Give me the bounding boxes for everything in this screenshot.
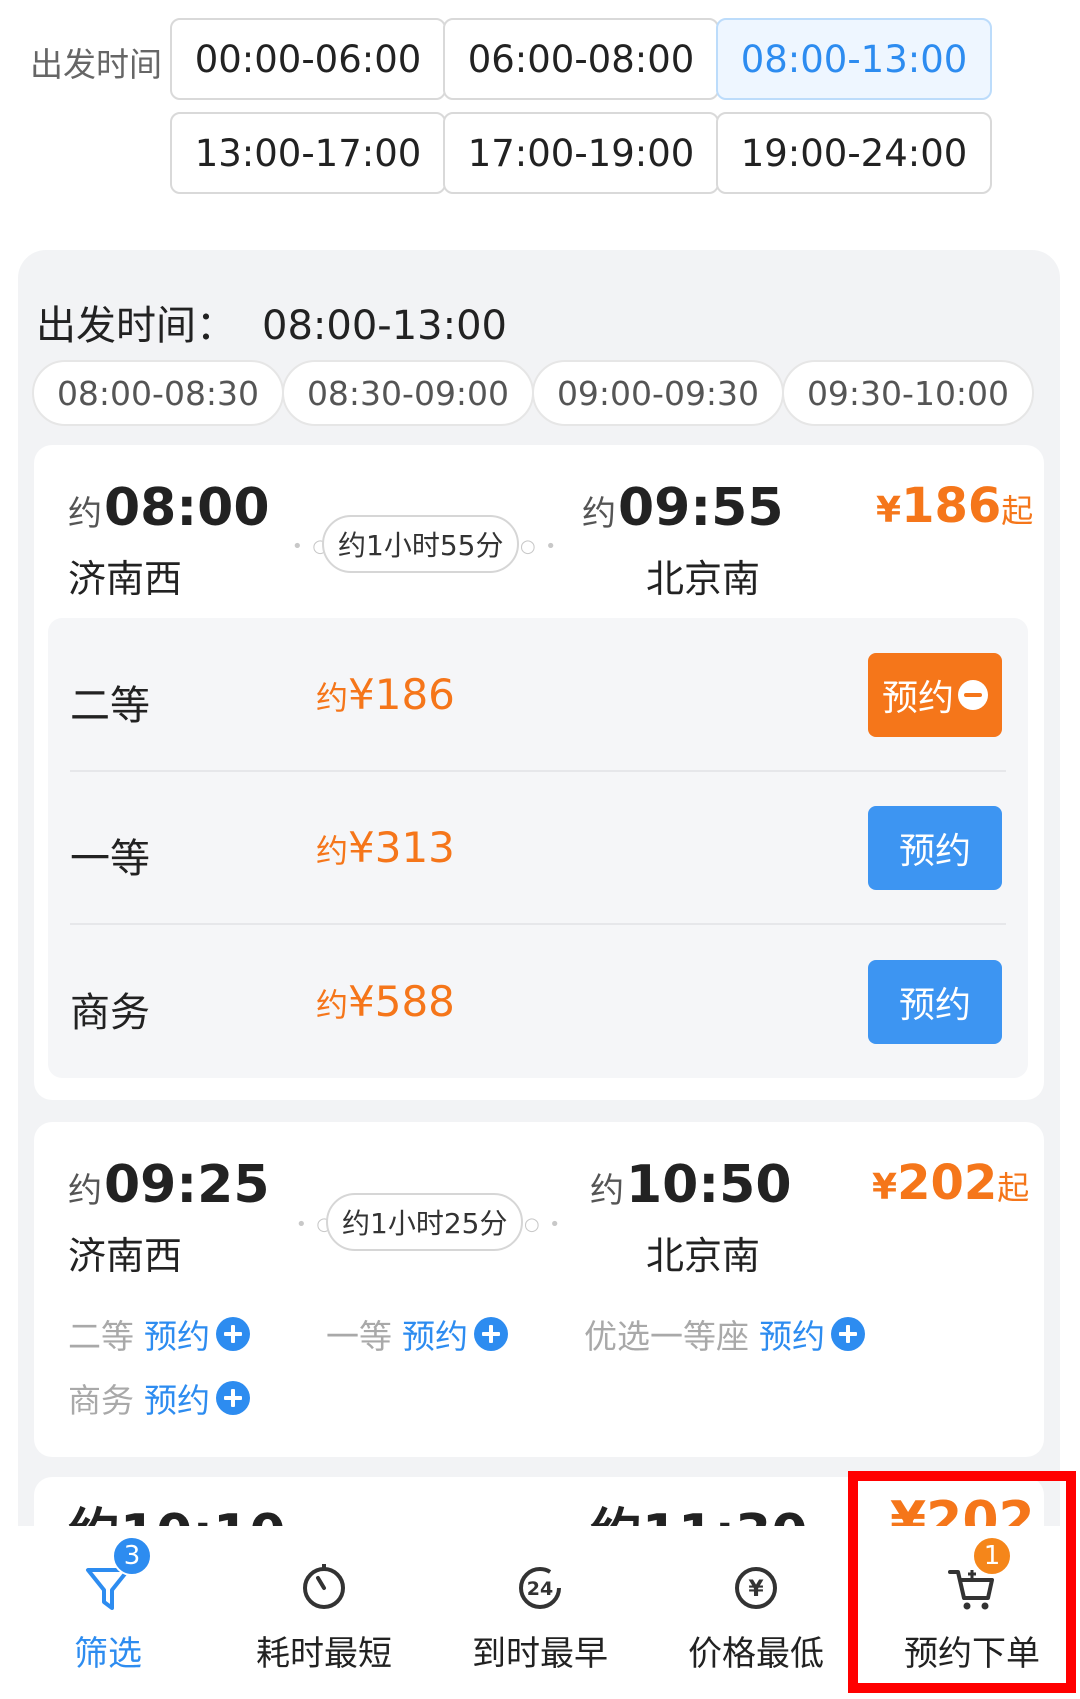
depart-station: 济南西 <box>68 557 183 601</box>
duration-pill: 约1小时55分 <box>322 515 520 573</box>
clock-icon <box>294 1558 354 1618</box>
book-button-business[interactable]: 预约 <box>868 960 1002 1044</box>
book-button-first-class[interactable]: 预约 <box>868 806 1002 890</box>
highlight-box <box>848 1471 1076 1693</box>
depart-time: 约09:25 <box>68 1155 270 1215</box>
route-dots-right: ○ • <box>524 1214 563 1235</box>
tab-filter[interactable]: 3 筛选 <box>0 1536 216 1690</box>
tab-shortest-duration[interactable]: 耗时最短 <box>216 1540 432 1690</box>
route-dots-right: ○ • <box>520 536 559 557</box>
sub-range-chip[interactable]: 08:30-09:00 <box>282 360 534 426</box>
book-link[interactable]: 预约 <box>144 1374 210 1422</box>
tab-label: 到时最早 <box>472 1634 608 1674</box>
seat-name-first-class: 一等 <box>70 836 150 882</box>
sub-range-scroller[interactable]: 08:00-08:30 08:30-09:00 09:00-09:30 09:3… <box>0 355 1062 435</box>
seat-name-second-class: 二等 <box>70 683 150 729</box>
24h-icon: 24 <box>510 1558 570 1618</box>
time-option-0000-0600[interactable]: 00:00-06:00 <box>170 18 446 100</box>
book-link[interactable]: 预约 <box>402 1310 468 1358</box>
24h-icon-text: 24 <box>527 1578 553 1600</box>
filter-count-badge: 3 <box>112 1536 152 1576</box>
seat-price-business: 约¥588 <box>316 977 455 1026</box>
book-link[interactable]: 预约 <box>144 1310 210 1358</box>
selected-range-label: 出发时间： <box>36 303 236 349</box>
book-link[interactable]: 预约 <box>759 1310 825 1358</box>
plus-circle-icon[interactable] <box>831 1317 865 1351</box>
tab-earliest-arrival[interactable]: 24 到时最早 <box>432 1540 648 1690</box>
tab-label: 价格最低 <box>688 1634 824 1674</box>
seat-option-name: 一等 <box>326 1317 392 1356</box>
seat-price-second-class: 约¥186 <box>316 670 455 719</box>
yuan-icon: ¥ <box>726 1558 786 1618</box>
selected-range-value: 08:00-13:00 <box>262 303 507 349</box>
tab-label: 筛选 <box>74 1634 142 1674</box>
seat-divider <box>70 923 1006 925</box>
time-option-0800-1300[interactable]: 08:00-13:00 <box>716 18 992 100</box>
plus-circle-icon[interactable] <box>216 1381 250 1415</box>
tab-lowest-price[interactable]: ¥ 价格最低 <box>648 1540 864 1690</box>
seat-name-business: 商务 <box>70 990 150 1036</box>
seat-divider <box>70 770 1006 772</box>
start-price: ¥186起 <box>876 478 1034 534</box>
depart-station: 济南西 <box>68 1234 183 1278</box>
time-option-1700-1900[interactable]: 17:00-19:00 <box>443 112 719 194</box>
arrive-station: 北京南 <box>646 1234 761 1278</box>
seat-option-name: 二等 <box>68 1317 134 1356</box>
arrive-time: 约10:50 <box>590 1155 792 1215</box>
sub-range-chip[interactable]: 08:00-08:30 <box>32 360 284 426</box>
departure-filter-label: 出发时间 <box>30 45 162 84</box>
arrive-time: 约09:55 <box>582 478 784 538</box>
time-option-1900-2400[interactable]: 19:00-24:00 <box>716 112 992 194</box>
minus-circle-icon <box>958 680 988 710</box>
seat-option-business[interactable]: 商务 预约 <box>68 1374 250 1422</box>
seat-option-first-class[interactable]: 一等 预约 <box>326 1310 508 1358</box>
arrive-station: 北京南 <box>646 557 761 601</box>
time-option-1300-1700[interactable]: 13:00-17:00 <box>170 112 446 194</box>
duration-pill: 约1小时25分 <box>326 1193 524 1251</box>
yuan-icon-text: ¥ <box>748 1577 764 1602</box>
seat-option-name: 商务 <box>68 1381 134 1420</box>
tab-label: 耗时最短 <box>256 1634 392 1674</box>
seat-option-name: 优选一等座 <box>584 1317 749 1356</box>
time-option-0600-0800[interactable]: 06:00-08:00 <box>443 18 719 100</box>
filter-icon: 3 <box>78 1536 152 1618</box>
book-button-second-class-selected[interactable]: 预约 <box>868 653 1002 737</box>
plus-circle-icon[interactable] <box>216 1317 250 1351</box>
seat-price-first-class: 约¥313 <box>316 823 455 872</box>
sub-range-chip[interactable]: 09:00-09:30 <box>532 360 784 426</box>
start-price: ¥202起 <box>872 1155 1030 1211</box>
depart-time: 约08:00 <box>68 478 270 538</box>
selected-range-title: 出发时间： 08:00-13:00 <box>36 293 507 351</box>
seat-option-second-class[interactable]: 二等 预约 <box>68 1310 250 1358</box>
plus-circle-icon[interactable] <box>474 1317 508 1351</box>
sub-range-chip[interactable]: 09:30-10:00 <box>782 360 1034 426</box>
seat-option-premium-first-class[interactable]: 优选一等座 预约 <box>584 1310 865 1358</box>
